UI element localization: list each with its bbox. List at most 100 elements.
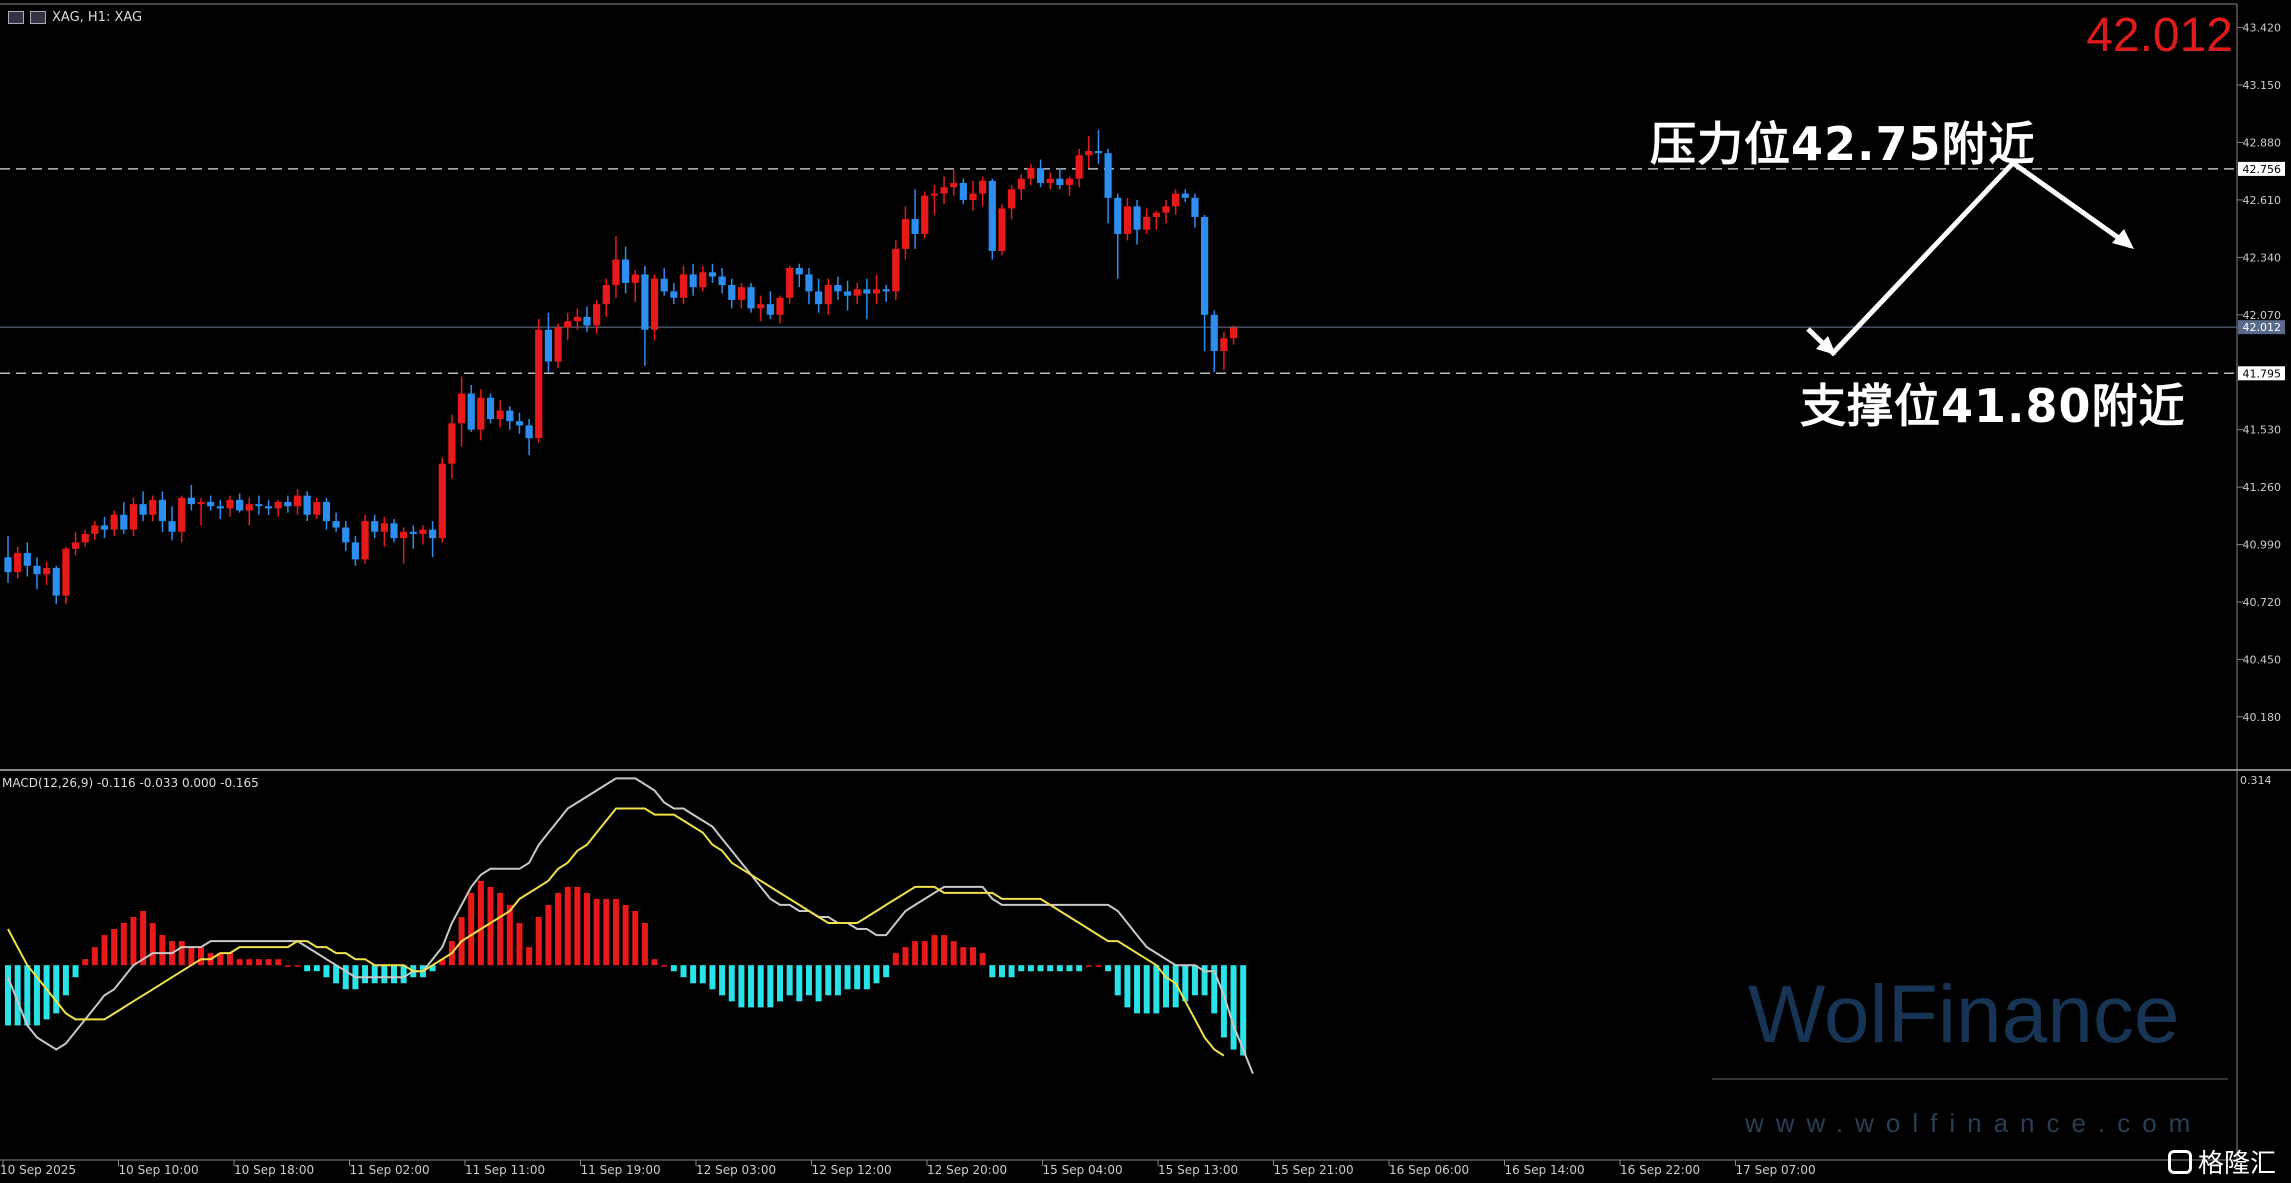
support-annotation: 支撑位41.80附近: [1800, 379, 2186, 433]
chart-window-icon[interactable]: [8, 11, 24, 24]
candle-body: [834, 285, 842, 292]
candle-body: [52, 567, 60, 596]
macd-histogram-bar: [564, 886, 571, 966]
candle-body: [429, 529, 437, 539]
candle-body: [158, 499, 166, 522]
candle-body: [593, 304, 601, 326]
macd-histogram-bar: [1124, 965, 1131, 1008]
macd-histogram-bar: [651, 959, 658, 966]
macd-histogram-bar: [979, 953, 986, 966]
candle-body: [1065, 178, 1074, 186]
price-tick-label: 42.340: [2243, 251, 2282, 264]
macd-histogram-bar: [719, 965, 726, 996]
macd-histogram-bar: [815, 965, 822, 1002]
macd-histogram-bar: [1230, 965, 1237, 1050]
macd-histogram-bar: [236, 959, 243, 966]
macd-histogram-bar: [970, 947, 976, 966]
macd-histogram-bar: [912, 941, 919, 966]
macd-histogram-bar: [130, 916, 137, 966]
candle-body: [1133, 206, 1141, 230]
candle-body: [515, 421, 524, 426]
macd-histogram-bar: [825, 965, 832, 996]
macd-histogram-bar: [1027, 965, 1034, 972]
candle-body: [245, 504, 253, 511]
candle-body: [728, 285, 736, 300]
candle-body: [361, 521, 369, 560]
macd-histogram-bar: [101, 935, 108, 966]
macd-histogram-bar: [516, 923, 523, 966]
symbol-label: XAG, H1: XAG: [8, 10, 142, 25]
candle-body: [708, 272, 717, 277]
macd-histogram-bar: [313, 965, 320, 972]
time-tick-label: 12 Sep 20:00: [927, 1163, 1007, 1177]
candle-body: [776, 297, 784, 315]
macd-histogram-bar: [159, 935, 166, 966]
candle-body: [554, 327, 562, 362]
macd-histogram-bar: [1134, 965, 1141, 1014]
candle-body: [14, 553, 22, 573]
macd-histogram-bar: [931, 935, 938, 966]
candle-body: [236, 499, 244, 511]
candle-body: [419, 529, 427, 534]
macd-histogram-bar: [120, 923, 127, 966]
macd-histogram-bar: [53, 965, 60, 1014]
macd-histogram-bar: [555, 892, 562, 966]
macd-histogram-bar: [960, 947, 967, 966]
macd-indicator-label: MACD(12,26,9) -0.116 -0.033 0.000 -0.165: [2, 776, 259, 790]
candle-body: [901, 219, 910, 249]
macd-histogram-bar: [854, 965, 861, 990]
macd-histogram-bar: [1076, 965, 1083, 972]
price-tick-label: 42.610: [2243, 194, 2282, 207]
macd-histogram-bar: [391, 965, 397, 984]
candle-body: [43, 567, 51, 575]
price-tick-label: 40.990: [2243, 539, 2282, 552]
time-tick-label: 15 Sep 21:00: [1274, 1163, 1354, 1177]
candle-body: [535, 329, 543, 439]
candle-body: [969, 193, 977, 200]
candle-body: [91, 525, 99, 534]
macd-histogram-bar: [149, 923, 156, 966]
macd-histogram-bar: [275, 959, 282, 966]
candle-body: [322, 501, 331, 522]
macd-histogram-bar: [738, 965, 745, 1008]
macd-histogram-bar: [584, 892, 590, 966]
watermark-brand: WolFinance: [1748, 969, 2180, 1060]
candle-body: [544, 329, 552, 362]
candle-body: [457, 393, 466, 424]
candle-body: [1114, 197, 1122, 234]
macd-histogram-bar: [1095, 965, 1102, 967]
candle-body: [737, 287, 745, 300]
macd-histogram-bar: [284, 965, 291, 967]
macd-histogram-bar: [246, 959, 253, 966]
candle-body: [216, 506, 224, 509]
candle-body: [303, 495, 311, 515]
candle-body: [1123, 206, 1131, 234]
resistance-annotation: 压力位42.75附近: [1650, 117, 2036, 171]
candle-body: [110, 514, 118, 530]
candle-body: [1008, 189, 1016, 209]
macd-histogram-bar: [506, 904, 513, 966]
candle-body: [380, 523, 388, 532]
macd-histogram-bar: [748, 965, 755, 1008]
macd-histogram-bar: [226, 953, 233, 966]
candle-body: [284, 501, 292, 507]
gelonghui-logo-text: 格隆汇: [2198, 1149, 2277, 1179]
candle-body: [62, 548, 70, 596]
macd-histogram-bar: [834, 965, 841, 996]
macd-histogram-bar: [941, 935, 948, 966]
candle-body: [4, 557, 12, 573]
candle-body: [631, 274, 639, 283]
candle-body: [921, 195, 929, 234]
macd-histogram-bar: [883, 965, 890, 978]
macd-histogram-bar: [728, 965, 735, 1002]
macd-histogram-bar: [362, 965, 369, 984]
macd-histogram-bar: [72, 965, 79, 978]
macd-histogram-bar: [371, 965, 378, 984]
current-price-display: 42.012: [2086, 9, 2233, 62]
macd-histogram-bar: [333, 965, 340, 984]
time-tick-label: 16 Sep 06:00: [1389, 1163, 1469, 1177]
candle-body: [1143, 216, 1151, 230]
macd-histogram-bar: [1047, 965, 1054, 972]
candle-body: [149, 499, 157, 515]
macd-histogram-bar: [786, 965, 793, 996]
